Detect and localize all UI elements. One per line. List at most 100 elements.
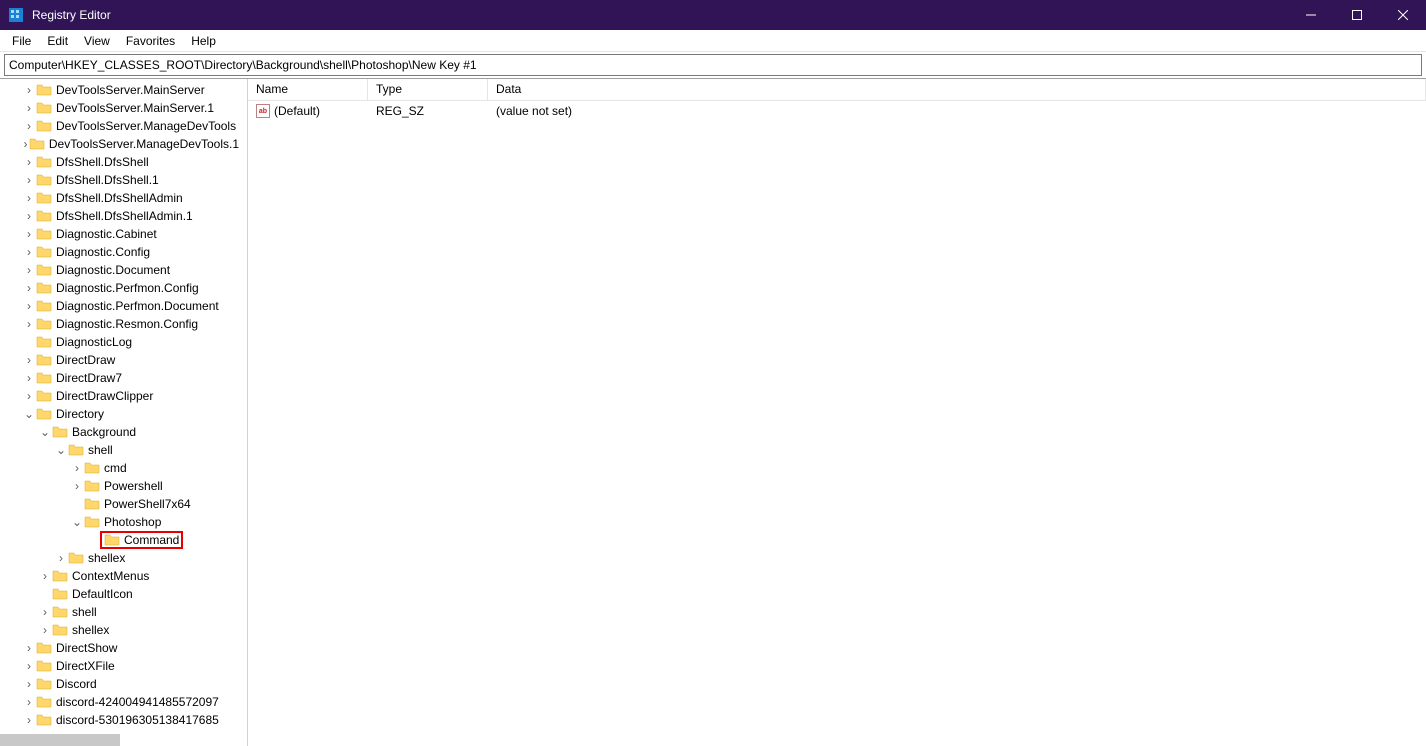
folder-icon <box>36 713 52 727</box>
chevron-right-icon[interactable]: › <box>70 479 84 493</box>
chevron-right-icon[interactable]: › <box>22 137 29 151</box>
tree-item-label: DiagnosticLog <box>56 335 132 349</box>
tree-item[interactable]: › discord-530196305138417685 <box>0 711 239 729</box>
minimize-button[interactable] <box>1288 0 1334 30</box>
col-header-data[interactable]: Data <box>488 79 1426 100</box>
tree-item[interactable]: ›DirectDrawClipper <box>0 387 239 405</box>
maximize-button[interactable] <box>1334 0 1380 30</box>
chevron-right-icon[interactable]: › <box>38 569 52 583</box>
tree-item[interactable]: ⌄Directory <box>0 405 239 423</box>
chevron-down-icon[interactable]: ⌄ <box>70 515 84 529</box>
folder-icon <box>36 695 52 709</box>
tree-item[interactable]: ›shellex <box>0 549 239 567</box>
chevron-right-icon[interactable]: › <box>22 227 36 241</box>
tree-item[interactable]: ›DfsShell.DfsShellAdmin.1 <box>0 207 239 225</box>
chevron-right-icon[interactable]: › <box>22 317 36 331</box>
tree-item-label: Command <box>124 533 179 547</box>
tree-item[interactable]: ›DfsShell.DfsShellAdmin <box>0 189 239 207</box>
chevron-right-icon[interactable]: › <box>22 641 36 655</box>
regedit-icon <box>8 7 24 23</box>
tree-item[interactable]: ›shell <box>0 603 239 621</box>
tree-item-label: discord-530196305138417685 <box>56 713 219 727</box>
tree-item[interactable]: ›Powershell <box>0 477 239 495</box>
chevron-right-icon[interactable]: › <box>22 83 36 97</box>
tree-item-label: Diagnostic.Cabinet <box>56 227 157 241</box>
chevron-down-icon[interactable]: ⌄ <box>22 407 36 421</box>
tree-item[interactable]: ›shellex <box>0 621 239 639</box>
chevron-right-icon[interactable]: › <box>22 155 36 169</box>
tree-item[interactable]: ›cmd <box>0 459 239 477</box>
chevron-right-icon[interactable]: › <box>22 677 36 691</box>
menu-view[interactable]: View <box>76 31 118 51</box>
chevron-right-icon[interactable]: › <box>38 605 52 619</box>
tree-panel[interactable]: ›DevToolsServer.MainServer›DevToolsServe… <box>0 79 248 746</box>
tree-item-label: DirectDraw <box>56 353 115 367</box>
tree-item[interactable]: ›DirectShow <box>0 639 239 657</box>
tree-item[interactable]: PowerShell7x64 <box>0 495 239 513</box>
menu-help[interactable]: Help <box>183 31 224 51</box>
tree-item-label: Diagnostic.Perfmon.Config <box>56 281 199 295</box>
tree-item[interactable]: Command <box>0 531 239 549</box>
chevron-right-icon[interactable]: › <box>22 299 36 313</box>
chevron-right-icon[interactable]: › <box>70 461 84 475</box>
chevron-right-icon[interactable]: › <box>22 191 36 205</box>
menu-file[interactable]: File <box>4 31 39 51</box>
tree-item[interactable]: › Diagnostic.Cabinet <box>0 225 239 243</box>
folder-icon <box>36 119 52 133</box>
chevron-right-icon[interactable]: › <box>22 245 36 259</box>
folder-icon <box>104 533 120 547</box>
chevron-down-icon[interactable]: ⌄ <box>54 443 68 457</box>
tree-item[interactable]: ⌄Photoshop <box>0 513 239 531</box>
tree-item-label: Discord <box>56 677 97 691</box>
tree-item[interactable]: ›Diagnostic.Document <box>0 261 239 279</box>
tree-item[interactable]: ›Diagnostic.Config <box>0 243 239 261</box>
chevron-right-icon[interactable]: › <box>22 209 36 223</box>
chevron-right-icon[interactable]: › <box>54 551 68 565</box>
chevron-right-icon[interactable]: › <box>22 353 36 367</box>
tree-item[interactable]: › DirectDraw <box>0 351 239 369</box>
tree-item[interactable]: ›DevToolsServer.ManageDevTools <box>0 117 239 135</box>
chevron-right-icon[interactable]: › <box>22 119 36 133</box>
col-header-name[interactable]: Name <box>248 79 368 100</box>
tree-item[interactable]: › discord-424004941485572097 <box>0 693 239 711</box>
tree-item[interactable]: DefaultIcon <box>0 585 239 603</box>
tree-item[interactable]: ⌄Background <box>0 423 239 441</box>
chevron-right-icon[interactable]: › <box>22 389 36 403</box>
chevron-right-icon[interactable]: › <box>22 695 36 709</box>
tree-item[interactable]: ›Diagnostic.Resmon.Config <box>0 315 239 333</box>
tree-item[interactable]: ›DfsShell.DfsShell <box>0 153 239 171</box>
chevron-right-icon[interactable]: › <box>22 713 36 727</box>
chevron-right-icon[interactable]: › <box>22 371 36 385</box>
menu-edit[interactable]: Edit <box>39 31 76 51</box>
values-panel[interactable]: Name Type Data ab(Default)REG_SZ(value n… <box>248 79 1426 746</box>
tree-item[interactable]: ›Diagnostic.Perfmon.Document <box>0 297 239 315</box>
chevron-right-icon[interactable]: › <box>22 263 36 277</box>
tree-item[interactable]: ›DevToolsServer.MainServer <box>0 81 239 99</box>
tree-item[interactable]: ›DfsShell.DfsShell.1 <box>0 171 239 189</box>
chevron-right-icon[interactable]: › <box>22 101 36 115</box>
value-row[interactable]: ab(Default)REG_SZ(value not set) <box>248 101 1426 121</box>
col-header-type[interactable]: Type <box>368 79 488 100</box>
chevron-down-icon[interactable]: ⌄ <box>38 425 52 439</box>
chevron-right-icon[interactable]: › <box>22 659 36 673</box>
tree-item[interactable]: ›DevToolsServer.ManageDevTools.1 <box>0 135 239 153</box>
folder-icon <box>84 461 100 475</box>
chevron-right-icon[interactable]: › <box>22 281 36 295</box>
chevron-right-icon[interactable]: › <box>22 173 36 187</box>
value-name: (Default) <box>274 104 320 118</box>
tree-item-label: discord-424004941485572097 <box>56 695 219 709</box>
tree-item[interactable]: ›ContextMenus <box>0 567 239 585</box>
tree-item[interactable]: ›DirectXFile <box>0 657 239 675</box>
tree-item[interactable]: ›DevToolsServer.MainServer.1 <box>0 99 239 117</box>
tree-item[interactable]: ⌄shell <box>0 441 239 459</box>
tree-item[interactable]: DiagnosticLog <box>0 333 239 351</box>
tree-item[interactable]: › Discord <box>0 675 239 693</box>
tree-item[interactable]: ›DirectDraw7 <box>0 369 239 387</box>
menu-favorites[interactable]: Favorites <box>118 31 183 51</box>
highlighted-tree-item[interactable]: Command <box>100 531 183 549</box>
address-bar[interactable]: Computer\HKEY_CLASSES_ROOT\Directory\Bac… <box>4 54 1422 76</box>
close-button[interactable] <box>1380 0 1426 30</box>
horizontal-scrollbar[interactable] <box>0 734 120 746</box>
tree-item[interactable]: › Diagnostic.Perfmon.Config <box>0 279 239 297</box>
chevron-right-icon[interactable]: › <box>38 623 52 637</box>
